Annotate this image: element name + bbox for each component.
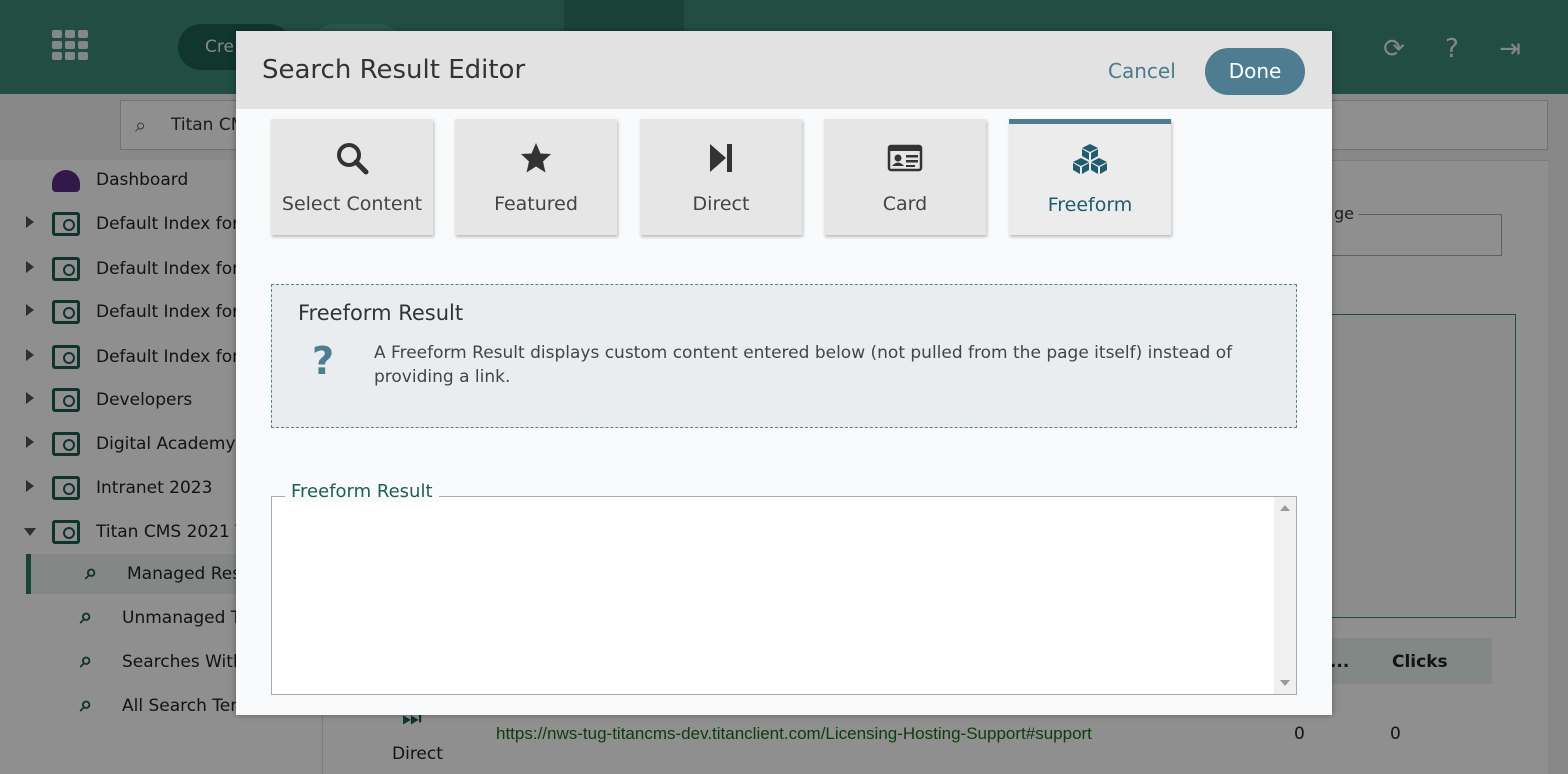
type-tile-card[interactable]: Card bbox=[824, 119, 986, 235]
tile-label: Freeform bbox=[1047, 194, 1133, 216]
type-tile-freeform[interactable]: Freeform bbox=[1009, 119, 1171, 235]
type-tile-select-content[interactable]: Select Content bbox=[271, 119, 433, 235]
info-text: A Freeform Result displays custom conten… bbox=[374, 343, 1233, 387]
tile-label: Direct bbox=[692, 193, 750, 215]
cubes-icon bbox=[1009, 142, 1171, 180]
id-card-icon bbox=[824, 141, 986, 179]
tile-label: Select Content bbox=[281, 193, 423, 215]
dialog-title: Search Result Editor bbox=[262, 55, 526, 85]
freeform-result-field[interactable] bbox=[271, 496, 1297, 695]
field-scrollbar[interactable] bbox=[1274, 497, 1296, 694]
skip-forward-icon bbox=[640, 141, 802, 179]
freeform-result-legend: Freeform Result bbox=[285, 481, 439, 502]
search-result-editor-dialog: Search Result Editor Cancel Done Select … bbox=[236, 31, 1332, 715]
star-icon bbox=[455, 141, 617, 179]
cancel-button[interactable]: Cancel bbox=[1108, 59, 1176, 83]
tile-label: Card bbox=[882, 193, 928, 215]
done-button[interactable]: Done bbox=[1205, 48, 1305, 95]
info-panel: Freeform Result ? A Freeform Result disp… bbox=[271, 284, 1297, 428]
dialog-header: Search Result Editor Cancel Done bbox=[236, 31, 1332, 109]
type-tile-direct[interactable]: Direct bbox=[640, 119, 802, 235]
tile-label: Featured bbox=[494, 193, 578, 215]
search-icon bbox=[271, 141, 433, 179]
scroll-down-icon[interactable] bbox=[1280, 680, 1290, 686]
info-title: Freeform Result bbox=[298, 301, 464, 325]
scroll-up-icon[interactable] bbox=[1280, 505, 1290, 511]
type-tile-featured[interactable]: Featured bbox=[455, 119, 617, 235]
question-mark-icon: ? bbox=[312, 339, 335, 383]
